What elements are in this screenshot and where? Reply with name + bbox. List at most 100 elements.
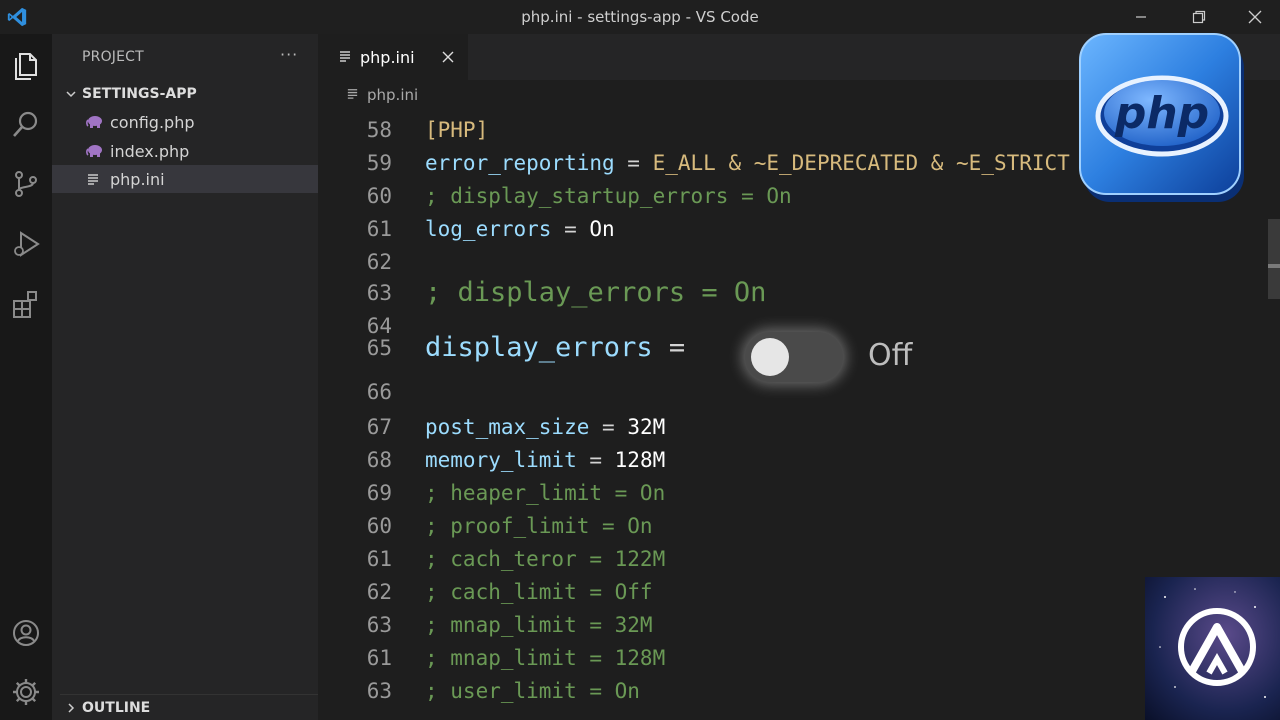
lines-file-icon — [338, 48, 352, 67]
code-text: ; display_startup_errors = On — [425, 180, 792, 213]
channel-watermark-logo — [1145, 577, 1280, 720]
code-text: [PHP] — [425, 114, 488, 147]
folder-label: SETTINGS-APP — [82, 86, 197, 102]
file-config-php[interactable]: config.php — [52, 108, 318, 136]
breadcrumb[interactable]: php.ini — [346, 85, 418, 104]
folder-settings-app[interactable]: SETTINGS-APP — [60, 83, 318, 105]
code-token: = — [589, 415, 628, 439]
line-number: 66 — [366, 380, 392, 404]
code-text: ; display_errors = On — [425, 271, 766, 315]
code-token: error_reporting — [425, 151, 615, 175]
line-number: 63 — [366, 679, 392, 703]
php-elephant-icon — [86, 115, 110, 129]
line-number: 67 — [366, 415, 392, 439]
line-number: 61 — [366, 547, 392, 571]
php-elephant-icon — [86, 144, 110, 158]
code-token: ; display_errors = On — [425, 277, 767, 308]
tab-php-ini[interactable]: php.ini — [318, 34, 468, 80]
code-token: post_max_size — [425, 415, 590, 439]
code-token: On — [589, 217, 615, 241]
php-logo-badge: php — [1078, 30, 1248, 206]
code-line[interactable]: 62 ; cach_limit = Off — [318, 576, 1280, 609]
breadcrumb-label: php.ini — [367, 85, 419, 104]
code-token: ; cach_limit = Off — [425, 580, 653, 604]
file-label: config.php — [110, 112, 195, 132]
source-control-icon[interactable] — [8, 166, 44, 202]
close-tab-icon[interactable] — [438, 47, 458, 67]
code-token: = — [614, 151, 653, 175]
scrollbar-cursor-mark — [1268, 264, 1280, 268]
code-token: = — [576, 448, 615, 472]
php-badge-text: php — [1114, 88, 1209, 139]
toggle-state-label: Off — [868, 338, 913, 373]
code-line[interactable]: 69 ; heaper_limit = On — [318, 477, 1280, 510]
code-token: ; mnap_limit = 128M — [425, 646, 666, 670]
code-text: ; mnap_limit = 128M — [425, 642, 665, 675]
line-number: 63 — [366, 613, 392, 637]
search-icon[interactable] — [8, 106, 44, 142]
restore-button[interactable] — [1170, 0, 1228, 34]
line-number: 65 — [366, 336, 392, 360]
code-token: 32M — [627, 415, 666, 439]
code-line[interactable]: 67 post_max_size = 32M — [318, 411, 1280, 444]
gear-icon[interactable] — [8, 674, 44, 710]
code-token: ; mnap_limit = 32M — [425, 613, 653, 637]
file-php-ini[interactable]: php.ini — [52, 165, 318, 193]
account-icon[interactable] — [8, 615, 44, 651]
chevron-right-icon — [60, 702, 82, 714]
code-token: display_errors — [425, 332, 653, 363]
code-token: 128M — [614, 448, 666, 472]
file-label: index.php — [110, 141, 190, 161]
outline-section[interactable]: OUTLINE — [60, 694, 318, 720]
line-number: 68 — [366, 448, 392, 472]
code-token: log_errors — [425, 217, 552, 241]
close-window-button[interactable] — [1226, 0, 1280, 34]
sidebar-title: PROJECT — [82, 49, 144, 65]
chevron-down-icon — [60, 88, 82, 100]
code-line[interactable]: 63 ; mnap_limit = 32M — [318, 609, 1280, 642]
code-token: [PHP] — [425, 118, 489, 142]
code-line[interactable]: 61 ; mnap_limit = 128M — [318, 642, 1280, 675]
code-text: memory_limit = 128M — [425, 444, 665, 477]
code-token: ; user_limit = On — [425, 679, 640, 703]
vertical-scrollbar[interactable] — [1268, 219, 1280, 299]
file-index-php[interactable]: index.php — [52, 137, 318, 165]
code-text: ; heaper_limit = On — [425, 477, 665, 510]
lines-file-icon — [86, 172, 110, 186]
toggle-knob — [751, 338, 789, 376]
extensions-icon[interactable] — [8, 286, 44, 322]
code-text: post_max_size = 32M — [425, 411, 665, 444]
run-debug-icon[interactable] — [8, 226, 44, 262]
code-line[interactable]: 61 ; cach_teror = 122M — [318, 543, 1280, 576]
code-text: error_reporting = E_ALL & ~E_DEPRECATED … — [425, 147, 1070, 180]
code-line[interactable]: 63 ; display_errors = On — [318, 271, 1280, 315]
code-line[interactable]: 61 log_errors = On — [318, 213, 1280, 246]
outline-label: OUTLINE — [82, 699, 151, 716]
code-text: ; cach_teror = 122M — [425, 543, 665, 576]
tab-label: php.ini — [360, 47, 415, 67]
code-text: ; user_limit = On — [425, 675, 640, 708]
code-token: = — [652, 332, 686, 363]
code-token: E_ALL & ~E_DEPRECATED & ~E_STRICT — [652, 151, 1070, 175]
explorer-icon[interactable] — [8, 46, 44, 82]
code-text: ; cach_limit = Off — [425, 576, 653, 609]
code-line[interactable]: 60 ; proof_limit = On — [318, 510, 1280, 543]
code-token: ; display_startup_errors = On — [425, 184, 792, 208]
code-token: memory_limit — [425, 448, 577, 472]
minimize-button[interactable] — [1112, 0, 1170, 34]
more-actions-button[interactable]: ··· — [280, 45, 298, 64]
line-number: 61 — [366, 217, 392, 241]
line-number: 61 — [366, 646, 392, 670]
code-token: ; heaper_limit = On — [425, 481, 666, 505]
code-token: ; proof_limit = On — [425, 514, 653, 538]
code-line[interactable]: 63 ; user_limit = On — [318, 675, 1280, 708]
display-errors-toggle[interactable] — [745, 332, 843, 382]
file-label: php.ini — [110, 169, 165, 189]
lines-file-icon — [346, 85, 359, 104]
window-title: php.ini - settings-app - VS Code — [521, 8, 759, 26]
line-number: 58 — [366, 118, 392, 142]
code-text: log_errors = On — [425, 213, 615, 246]
code-token: ; cach_teror = 122M — [425, 547, 666, 571]
line-number: 63 — [366, 281, 392, 305]
code-line[interactable]: 68 memory_limit = 128M — [318, 444, 1280, 477]
